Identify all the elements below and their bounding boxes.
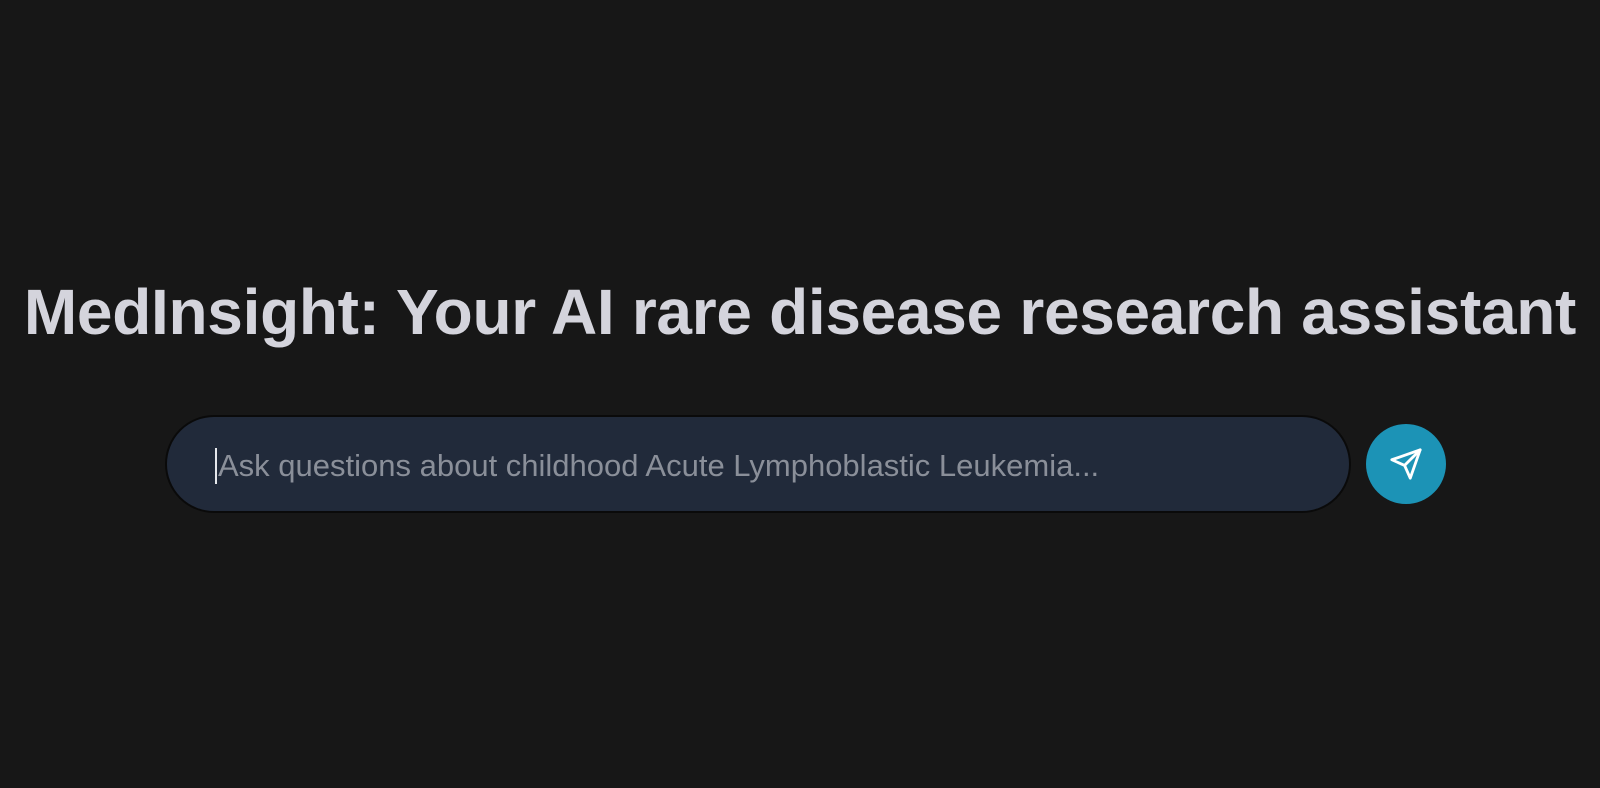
page: MedInsight: Your AI rare disease researc… [0, 0, 1600, 788]
send-icon [1389, 447, 1423, 481]
send-button[interactable] [1366, 424, 1446, 504]
search-input[interactable] [214, 439, 1318, 493]
page-title: MedInsight: Your AI rare disease researc… [23, 276, 1577, 348]
text-cursor [215, 448, 217, 484]
search-row [165, 415, 1447, 513]
search-box[interactable] [165, 415, 1351, 513]
